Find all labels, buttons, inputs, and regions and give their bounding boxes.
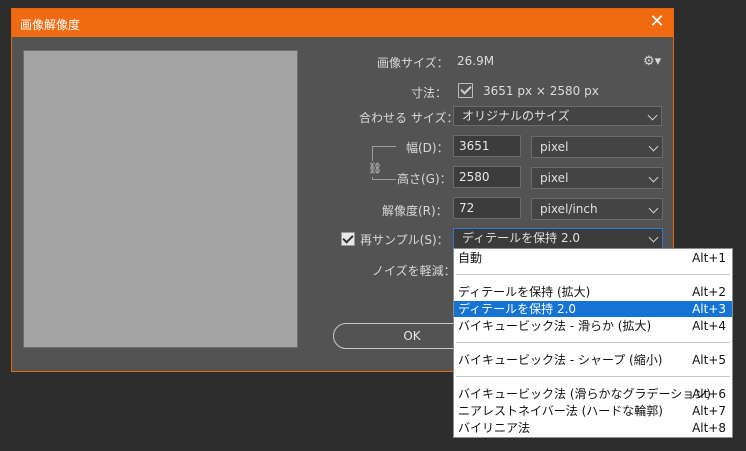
dimensions-label: 寸法： <box>411 86 448 100</box>
resample-select[interactable]: ディテールを保持 2.0 <box>453 228 663 249</box>
image-size-value: 26.9M <box>457 54 495 68</box>
dropdown-item[interactable]: バイキュービック法 - シャープ (縮小) Alt+5 <box>454 352 732 368</box>
dimensions-toggle-icon[interactable] <box>458 83 473 98</box>
noise-label: ノイズを軽減： <box>372 264 456 278</box>
dropdown-separator <box>456 376 730 377</box>
height-unit-value: pixel <box>540 171 569 185</box>
dropdown-item[interactable]: ニアレストネイバー法 (ハードな輪郭) Alt+7 <box>454 403 732 419</box>
dropdown-item[interactable]: バイキュービック法 - 滑らか (拡大) Alt+4 <box>454 318 732 334</box>
dropdown-item[interactable]: バイリニア法 Alt+8 <box>454 420 732 436</box>
image-preview[interactable] <box>23 50 298 348</box>
fit-to-value: オリジナルのサイズ <box>462 109 570 123</box>
resample-value: ディテールを保持 2.0 <box>462 231 581 245</box>
height-label: 高さ(G)： <box>397 172 452 186</box>
width-label: 幅(D)： <box>406 141 449 155</box>
chevron-down-icon <box>647 110 658 121</box>
width-input[interactable]: 3651 <box>453 135 521 157</box>
close-icon[interactable]: ✕ <box>647 13 667 33</box>
fit-to-label: 合わせる サイズ： <box>359 111 459 125</box>
dropdown-separator <box>456 342 730 343</box>
width-unit-select[interactable]: pixel <box>531 136 663 158</box>
width-unit-value: pixel <box>540 140 569 154</box>
height-input[interactable]: 2580 <box>453 166 521 188</box>
gear-icon[interactable]: ⚙▾ <box>643 54 661 70</box>
dialog-title: 画像解像度 <box>20 18 81 32</box>
dropdown-item[interactable]: バイキュービック法 (滑らかなグラデーション) Alt+6 <box>454 386 732 402</box>
height-unit-select[interactable]: pixel <box>531 167 663 189</box>
resolution-label: 解像度(R)： <box>382 204 448 218</box>
resample-checkbox[interactable] <box>341 232 355 246</box>
resolution-unit-value: pixel/inch <box>540 202 598 216</box>
dimensions-value: 3651 px × 2580 px <box>483 84 599 98</box>
dropdown-separator <box>456 274 730 275</box>
chevron-down-icon <box>648 172 659 183</box>
chain-link-icon[interactable]: ⛓ <box>368 161 382 177</box>
chevron-down-icon <box>648 232 659 243</box>
chevron-down-icon <box>648 141 659 152</box>
dropdown-item[interactable]: ディテールを保持 (拡大) Alt+2 <box>454 284 732 300</box>
image-size-label: 画像サイズ： <box>377 56 449 70</box>
fit-to-select[interactable]: オリジナルのサイズ <box>453 106 662 126</box>
resample-label: 再サンプル(S)： <box>360 233 449 247</box>
resample-dropdown: 自動 Alt+1 ディテールを保持 (拡大) Alt+2 ディテールを保持 2.… <box>453 248 733 438</box>
link-bracket-top <box>372 146 396 161</box>
resolution-unit-select[interactable]: pixel/inch <box>531 198 663 220</box>
chevron-down-icon <box>648 203 659 214</box>
resolution-input[interactable]: 72 <box>453 197 521 219</box>
dropdown-item-selected[interactable]: ディテールを保持 2.0 Alt+3 <box>454 301 732 317</box>
titlebar: 画像解像度 ✕ <box>12 9 673 37</box>
dropdown-item[interactable]: 自動 Alt+1 <box>454 250 732 266</box>
